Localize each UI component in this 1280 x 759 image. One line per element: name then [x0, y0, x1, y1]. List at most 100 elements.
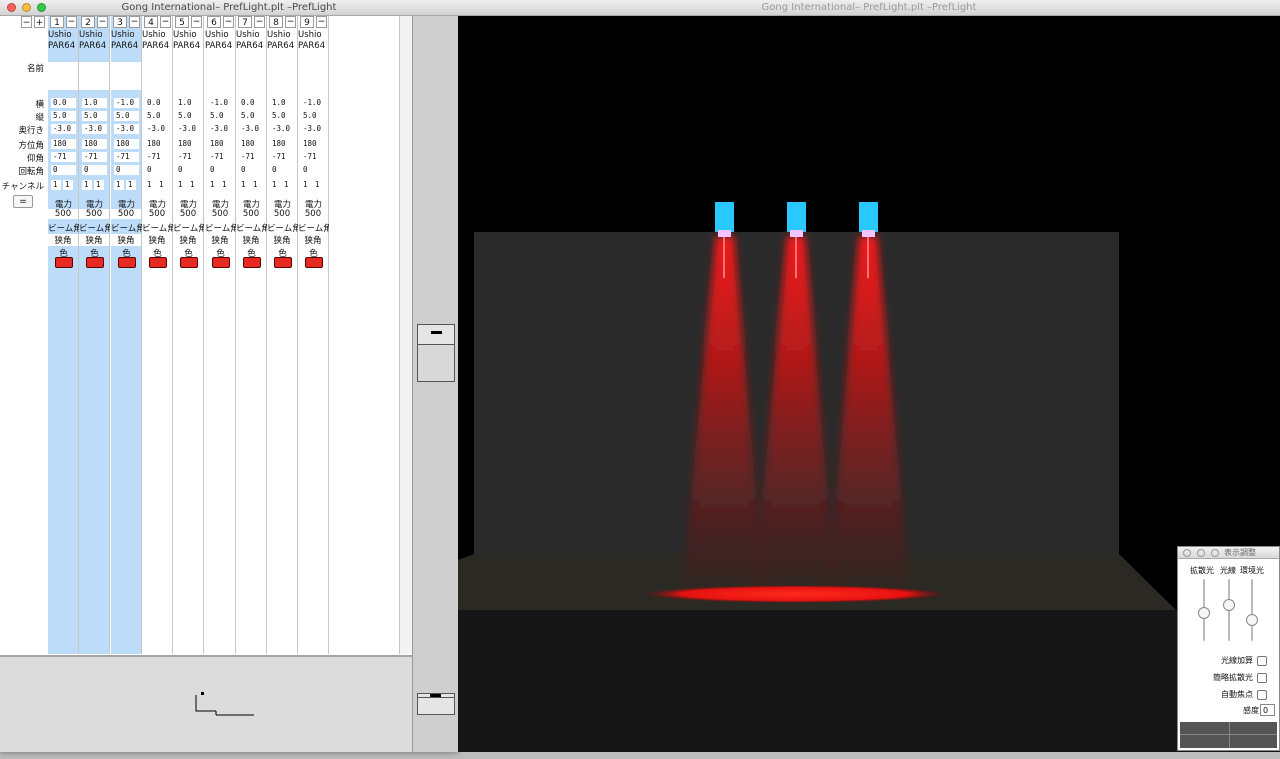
- y-field[interactable]: 5.0: [270, 111, 295, 121]
- power-field[interactable]: 500: [173, 209, 203, 219]
- fixture-name-field[interactable]: [267, 62, 297, 90]
- add-column-button[interactable]: +: [34, 16, 45, 28]
- depth-field[interactable]: -3.0: [176, 124, 201, 134]
- fixture-number[interactable]: 6: [207, 16, 221, 28]
- rotation-field[interactable]: 0: [114, 165, 139, 175]
- y-field[interactable]: 5.0: [51, 111, 76, 121]
- channel-field[interactable]: 1: [301, 180, 311, 190]
- x-field[interactable]: 1.0: [82, 98, 107, 108]
- channel-field[interactable]: 1: [94, 180, 104, 190]
- x-field[interactable]: 0.0: [145, 98, 170, 108]
- beam-angle-select[interactable]: 狭角: [111, 234, 141, 246]
- fixture-column[interactable]: 9− Ushio PAR64 -1.0 5.0 -3.0 180 -71 0 1 1 電力 500 ビーム…: [298, 16, 329, 654]
- remove-fixture-button[interactable]: −: [160, 16, 171, 28]
- elevation-field[interactable]: -71: [82, 152, 107, 162]
- rotation-field[interactable]: 0: [208, 165, 233, 175]
- fixture-name-field[interactable]: [298, 62, 328, 90]
- y-field[interactable]: 5.0: [145, 111, 170, 121]
- sensitivity-input[interactable]: 0: [1260, 704, 1275, 716]
- fixture-number[interactable]: 4: [144, 16, 158, 28]
- fixture-column[interactable]: 7− Ushio PAR64 0.0 5.0 -3.0 180 -71 0 1 1 電力 500 ビーム角…: [236, 16, 267, 654]
- fixture-number[interactable]: 7: [238, 16, 252, 28]
- fixture-name-field[interactable]: [79, 62, 109, 90]
- channel-field[interactable]: 1: [220, 180, 230, 190]
- minimize-icon[interactable]: [22, 3, 31, 12]
- fixture-color-swatch[interactable]: [274, 257, 292, 268]
- fixture-name-field[interactable]: [205, 62, 235, 90]
- channel-field[interactable]: 1: [82, 180, 92, 190]
- x-field[interactable]: 0.0: [239, 98, 264, 108]
- equal-button[interactable]: =: [13, 195, 33, 208]
- fixture-number[interactable]: 1: [50, 16, 64, 28]
- rotation-field[interactable]: 0: [239, 165, 264, 175]
- remove-fixture-button[interactable]: −: [285, 16, 296, 28]
- x-field[interactable]: -1.0: [208, 98, 233, 108]
- depth-field[interactable]: -3.0: [239, 124, 264, 134]
- remove-fixture-button[interactable]: −: [129, 16, 140, 28]
- fixture-color-swatch[interactable]: [305, 257, 323, 268]
- beam-angle-select[interactable]: 狭角: [48, 234, 78, 246]
- fixture-number[interactable]: 5: [175, 16, 189, 28]
- y-field[interactable]: 5.0: [208, 111, 233, 121]
- fixture-color-swatch[interactable]: [180, 257, 198, 268]
- remove-fixture-button[interactable]: −: [66, 16, 77, 28]
- azimuth-field[interactable]: 180: [270, 139, 295, 149]
- y-field[interactable]: 5.0: [301, 111, 326, 121]
- slider-knob[interactable]: [1246, 614, 1258, 626]
- y-field[interactable]: 5.0: [114, 111, 139, 121]
- beam-angle-select[interactable]: 狭角: [236, 234, 266, 246]
- power-field[interactable]: 500: [205, 209, 235, 219]
- fixture-number[interactable]: 3: [113, 16, 127, 28]
- azimuth-field[interactable]: 180: [82, 139, 107, 149]
- beam-angle-select[interactable]: 狭角: [298, 234, 328, 246]
- power-field[interactable]: 500: [48, 209, 78, 219]
- fixture-head-icon[interactable]: [715, 202, 734, 232]
- elevation-field[interactable]: -71: [114, 152, 139, 162]
- display-slider[interactable]: [1223, 579, 1235, 641]
- elevation-field[interactable]: -71: [176, 152, 201, 162]
- option-auto-focus[interactable]: 自動焦点: [1221, 689, 1267, 700]
- elevation-field[interactable]: -71: [301, 152, 326, 162]
- x-field[interactable]: -1.0: [114, 98, 139, 108]
- channel-field[interactable]: 1: [313, 180, 323, 190]
- depth-field[interactable]: -3.0: [114, 124, 139, 134]
- fixture-name-field[interactable]: [48, 62, 78, 90]
- beam-angle-select[interactable]: 狭角: [173, 234, 203, 246]
- minimize-icon[interactable]: [1197, 549, 1205, 557]
- y-field[interactable]: 5.0: [82, 111, 107, 121]
- beam-angle-select[interactable]: 狭角: [79, 234, 109, 246]
- channel-field[interactable]: 1: [63, 180, 73, 190]
- x-field[interactable]: 1.0: [270, 98, 295, 108]
- azimuth-field[interactable]: 180: [51, 139, 76, 149]
- remove-fixture-button[interactable]: −: [254, 16, 265, 28]
- fixture-number[interactable]: 9: [300, 16, 314, 28]
- channel-field[interactable]: 1: [114, 180, 124, 190]
- close-icon[interactable]: [7, 3, 16, 12]
- azimuth-field[interactable]: 180: [145, 139, 170, 149]
- elevation-field[interactable]: -71: [51, 152, 76, 162]
- x-field[interactable]: -1.0: [301, 98, 326, 108]
- azimuth-field[interactable]: 180: [208, 139, 233, 149]
- rotation-field[interactable]: 0: [176, 165, 201, 175]
- vertical-scrollbar[interactable]: [399, 16, 412, 654]
- azimuth-field[interactable]: 180: [301, 139, 326, 149]
- power-field[interactable]: 500: [236, 209, 266, 219]
- zoom-icon[interactable]: [37, 3, 46, 12]
- channel-field[interactable]: 1: [157, 180, 167, 190]
- stage-3d-view[interactable]: [458, 16, 1280, 752]
- power-field[interactable]: 500: [79, 209, 109, 219]
- y-field[interactable]: 5.0: [176, 111, 201, 121]
- display-slider[interactable]: [1246, 579, 1258, 641]
- rotation-field[interactable]: 0: [82, 165, 107, 175]
- power-field[interactable]: 500: [142, 209, 172, 219]
- beam-angle-select[interactable]: 狭角: [142, 234, 172, 246]
- fixture-column[interactable]: 2− Ushio PAR64 1.0 5.0 -3.0 180 -71 0 1 1 電力 500 ビーム角…: [79, 16, 110, 654]
- fixture-name-field[interactable]: [111, 62, 141, 90]
- beam-angle-select[interactable]: 狭角: [205, 234, 235, 246]
- fixture-column[interactable]: 4− Ushio PAR64 0.0 5.0 -3.0 180 -71 0 1 1 電力 500 ビーム角…: [142, 16, 173, 654]
- power-field[interactable]: 500: [298, 209, 328, 219]
- remove-fixture-button[interactable]: −: [223, 16, 234, 28]
- option-simple-diffuse[interactable]: 簡略拡散光: [1213, 672, 1267, 683]
- fixture-column[interactable]: 6− Ushio PAR64 -1.0 5.0 -3.0 180 -71 0 1 1 電力 500 ビーム…: [205, 16, 236, 654]
- depth-field[interactable]: -3.0: [301, 124, 326, 134]
